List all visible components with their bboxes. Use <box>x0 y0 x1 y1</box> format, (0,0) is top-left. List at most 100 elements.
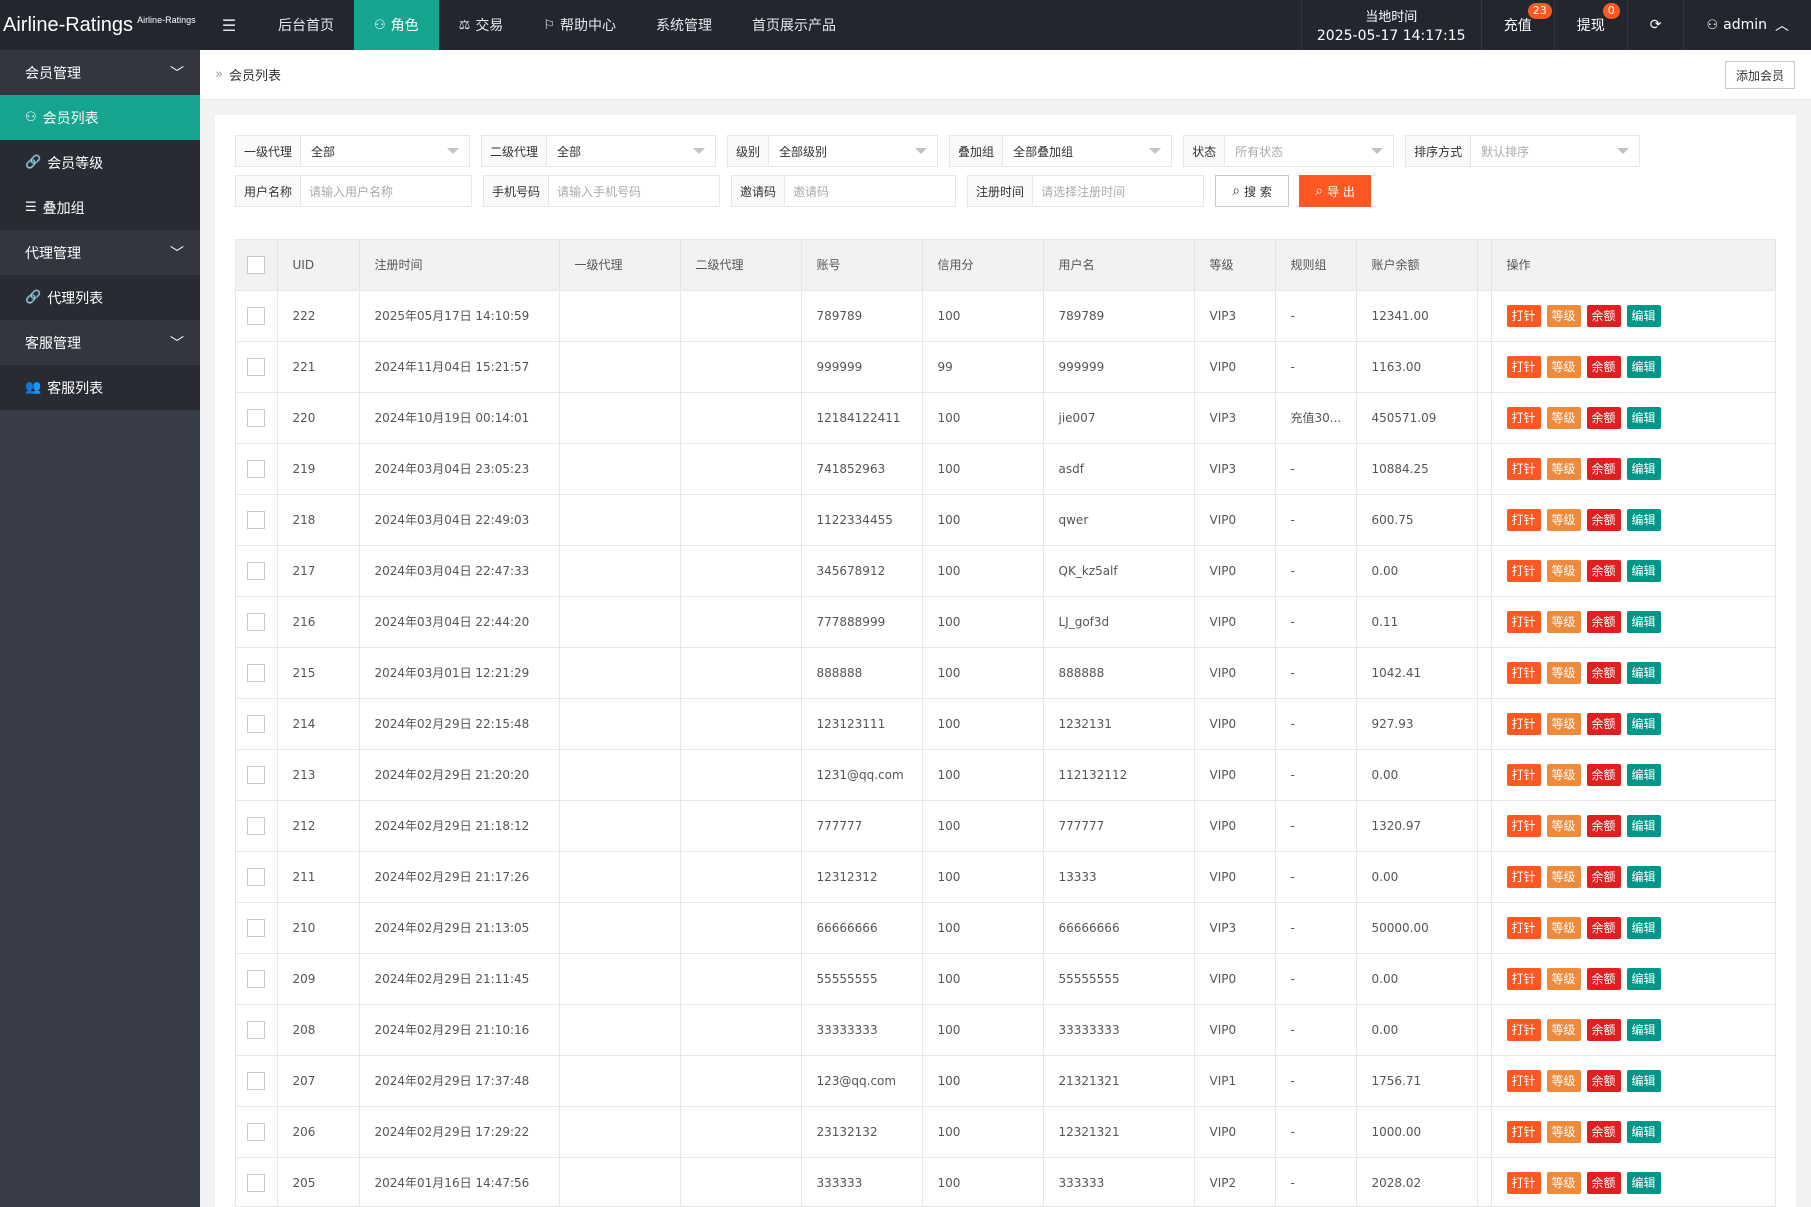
edit-button[interactable]: 编辑 <box>1626 559 1661 582</box>
row-checkbox[interactable] <box>247 1122 266 1141</box>
filter-dropdown[interactable]: 全部 <box>301 136 469 166</box>
beat-button[interactable]: 打针 <box>1506 916 1541 939</box>
table-row[interactable]: 209 2024年02月29日 21:11:45 55555555 100 555555… <box>236 953 1775 1005</box>
balance-button[interactable]: 余额 <box>1586 712 1621 735</box>
table-row[interactable]: 221 2024年11月04日 15:21:57 999999 99 999999 VIP… <box>236 341 1775 393</box>
filter-dropdown[interactable]: 全部级别 <box>769 136 937 166</box>
beat-button[interactable]: 打针 <box>1506 406 1541 429</box>
row-checkbox[interactable] <box>247 663 266 682</box>
balance-button[interactable]: 余额 <box>1586 1069 1621 1092</box>
balance-button[interactable]: 余额 <box>1586 967 1621 990</box>
edit-button[interactable]: 编辑 <box>1626 304 1661 327</box>
level-button[interactable]: 等级 <box>1546 304 1581 327</box>
level-button[interactable]: 等级 <box>1546 406 1581 429</box>
balance-button[interactable]: 余额 <box>1586 610 1621 633</box>
sidebar-item-0-0[interactable]: ⚇ 会员列表 <box>0 95 200 140</box>
table-row[interactable]: 216 2024年03月04日 22:44:20 777888999 100 LJ_go… <box>236 596 1775 648</box>
beat-button[interactable]: 打针 <box>1506 712 1541 735</box>
level-button[interactable]: 等级 <box>1546 712 1581 735</box>
column-header-5[interactable]: 信用分 <box>922 240 1044 291</box>
beat-button[interactable]: 打针 <box>1506 1018 1541 1041</box>
balance-button[interactable]: 余额 <box>1586 814 1621 837</box>
row-checkbox[interactable] <box>247 1071 266 1090</box>
edit-button[interactable]: 编辑 <box>1626 916 1661 939</box>
level-button[interactable]: 等级 <box>1546 661 1581 684</box>
row-checkbox[interactable] <box>247 510 266 529</box>
filter-dropdown[interactable]: 全部 <box>547 136 715 166</box>
edit-button[interactable]: 编辑 <box>1626 1120 1661 1143</box>
table-row[interactable]: 220 2024年10月19日 00:14:01 12184122411 100 jie… <box>236 392 1775 444</box>
edit-button[interactable]: 编辑 <box>1626 967 1661 990</box>
column-header-10[interactable] <box>1477 240 1492 291</box>
filter-dropdown[interactable]: 所有状态 <box>1225 136 1393 166</box>
row-checkbox[interactable] <box>247 612 266 631</box>
beat-button[interactable]: 打针 <box>1506 1171 1541 1194</box>
column-header-9[interactable]: 账户余额 <box>1356 240 1478 291</box>
balance-button[interactable]: 余额 <box>1586 559 1621 582</box>
row-checkbox[interactable] <box>247 816 266 835</box>
filter-text-input[interactable]: 请输入用户名称 <box>301 176 471 206</box>
level-button[interactable]: 等级 <box>1546 1069 1581 1092</box>
level-button[interactable]: 等级 <box>1546 1018 1581 1041</box>
balance-button[interactable]: 余额 <box>1586 457 1621 480</box>
table-row[interactable]: 207 2024年02月29日 17:37:48 123@qq.com 100 2132… <box>236 1055 1775 1107</box>
column-header-3[interactable]: 二级代理 <box>680 240 802 291</box>
table-row[interactable]: 218 2024年03月04日 22:49:03 1122334455 100 qwer… <box>236 494 1775 546</box>
beat-button[interactable]: 打针 <box>1506 610 1541 633</box>
beat-button[interactable]: 打针 <box>1506 508 1541 531</box>
brand[interactable]: Airline-Ratings Airline-Ratings <box>0 0 200 50</box>
row-checkbox[interactable] <box>247 918 266 937</box>
sidebar-item-0-1[interactable]: 🔗 会员等级 <box>0 140 200 185</box>
balance-button[interactable]: 余额 <box>1586 1120 1621 1143</box>
level-button[interactable]: 等级 <box>1546 967 1581 990</box>
level-button[interactable]: 等级 <box>1546 1120 1581 1143</box>
sidebar-item-0-2[interactable]: ☰ 叠加组 <box>0 185 200 230</box>
level-button[interactable]: 等级 <box>1546 355 1581 378</box>
topnav-item-1[interactable]: ⚇ 角色 <box>354 0 439 50</box>
column-header-7[interactable]: 等级 <box>1194 240 1276 291</box>
edit-button[interactable]: 编辑 <box>1626 712 1661 735</box>
beat-button[interactable]: 打针 <box>1506 355 1541 378</box>
row-checkbox[interactable] <box>247 561 266 580</box>
column-header-1[interactable]: 注册时间 <box>359 240 560 291</box>
beat-button[interactable]: 打针 <box>1506 457 1541 480</box>
row-checkbox[interactable] <box>247 867 266 886</box>
sidebar-item-2-0[interactable]: 👥 客服列表 <box>0 365 200 410</box>
filter-text-input[interactable]: 请选择注册时间 <box>1033 176 1203 206</box>
column-header-0[interactable]: UID <box>277 240 360 291</box>
balance-button[interactable]: 余额 <box>1586 355 1621 378</box>
balance-button[interactable]: 余额 <box>1586 865 1621 888</box>
beat-button[interactable]: 打针 <box>1506 661 1541 684</box>
level-button[interactable]: 等级 <box>1546 508 1581 531</box>
row-checkbox[interactable] <box>247 765 266 784</box>
beat-button[interactable]: 打针 <box>1506 865 1541 888</box>
column-header-2[interactable]: 一级代理 <box>559 240 681 291</box>
sidebar-group-0[interactable]: 会员管理 ﹀ <box>0 50 200 95</box>
edit-button[interactable]: 编辑 <box>1626 1069 1661 1092</box>
withdraw-link[interactable]: 提现 0 <box>1553 0 1627 50</box>
sidebar-group-1[interactable]: 代理管理 ﹀ <box>0 230 200 275</box>
level-button[interactable]: 等级 <box>1546 763 1581 786</box>
beat-button[interactable]: 打针 <box>1506 1120 1541 1143</box>
balance-button[interactable]: 余额 <box>1586 304 1621 327</box>
filter-dropdown[interactable]: 默认排序 <box>1471 136 1639 166</box>
beat-button[interactable]: 打针 <box>1506 559 1541 582</box>
level-button[interactable]: 等级 <box>1546 559 1581 582</box>
recharge-link[interactable]: 充值 23 <box>1480 0 1554 50</box>
edit-button[interactable]: 编辑 <box>1626 814 1661 837</box>
row-checkbox[interactable] <box>247 306 266 325</box>
table-row[interactable]: 214 2024年02月29日 22:15:48 123123111 100 12321… <box>236 698 1775 750</box>
column-header-6[interactable]: 用户名 <box>1043 240 1195 291</box>
topnav-item-4[interactable]: 系统管理 <box>636 0 732 50</box>
table-row[interactable]: 205 2024年01月16日 14:47:56 333333 100 333333 VI… <box>236 1157 1775 1206</box>
level-button[interactable]: 等级 <box>1546 814 1581 837</box>
menu-toggle-icon[interactable]: ☰ <box>200 0 258 50</box>
filter-text-input[interactable]: 请输入手机号码 <box>549 176 719 206</box>
beat-button[interactable]: 打针 <box>1506 763 1541 786</box>
edit-button[interactable]: 编辑 <box>1626 355 1661 378</box>
table-row[interactable]: 217 2024年03月04日 22:47:33 345678912 100 QK_kz… <box>236 545 1775 597</box>
edit-button[interactable]: 编辑 <box>1626 1171 1661 1194</box>
edit-button[interactable]: 编辑 <box>1626 406 1661 429</box>
beat-button[interactable]: 打针 <box>1506 814 1541 837</box>
topnav-item-0[interactable]: 后台首页 <box>258 0 354 50</box>
